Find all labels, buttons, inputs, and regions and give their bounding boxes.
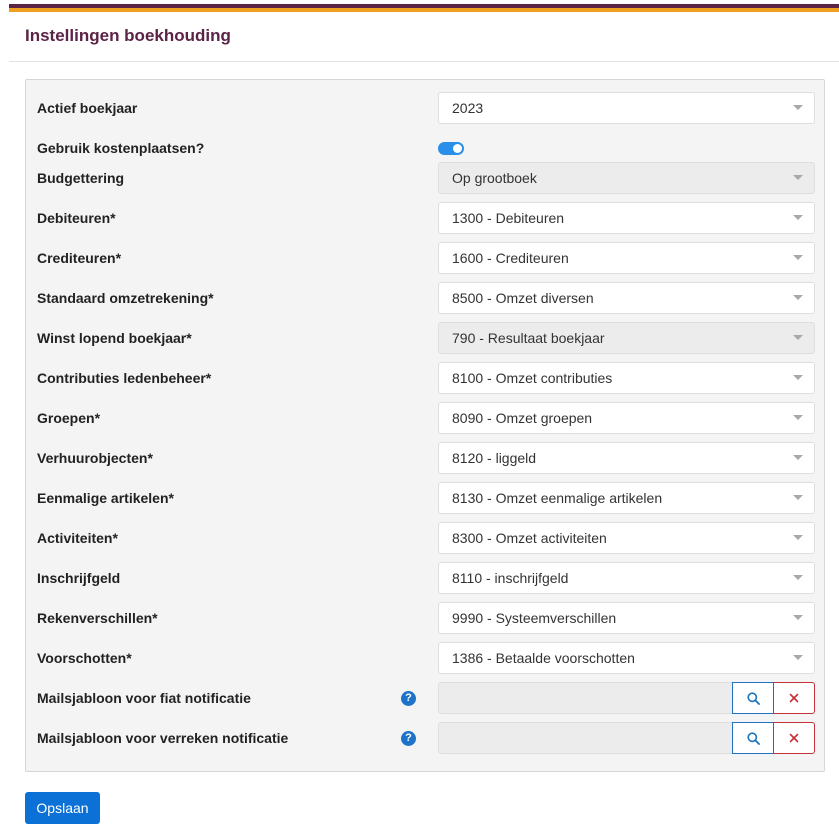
form-row: Crediteuren* 1600 - Crediteuren <box>26 242 826 274</box>
account-select[interactable]: 1600 - Crediteuren <box>438 242 815 274</box>
select-value: Op grootboek <box>452 170 537 186</box>
form-row: Contributies ledenbeheer* 8100 - Omzet co… <box>26 362 826 394</box>
toggle-knob <box>453 144 462 153</box>
form-row: Mailsjabloon voor fiat notificatie? <box>26 682 826 714</box>
chevron-down-icon <box>793 295 803 300</box>
field-label: Actief boekjaar <box>37 100 138 116</box>
field-label: Mailsjabloon voor fiat notificatie <box>37 690 251 706</box>
field-label: Debiteuren* <box>37 210 116 226</box>
settings-card: Instellingen boekhouding Actief boekjaar… <box>9 12 839 835</box>
form-row: Winst lopend boekjaar* 790 - Resultaat bo… <box>26 322 826 354</box>
select-value: 8120 - liggeld <box>452 450 537 466</box>
select-value: 8130 - Omzet eenmalige artikelen <box>452 490 663 506</box>
form-row: Voorschotten* 1386 - Betaalde voorschotte… <box>26 642 826 674</box>
chevron-down-icon <box>793 535 803 540</box>
account-select[interactable]: 1386 - Betaalde voorschotten <box>438 642 815 674</box>
clear-button[interactable] <box>773 682 815 714</box>
close-icon <box>789 693 799 703</box>
field-label: Contributies ledenbeheer* <box>37 370 212 386</box>
page-title: Instellingen boekhouding <box>25 26 231 45</box>
mail-template-input[interactable] <box>438 722 733 754</box>
field-label: Activiteiten* <box>37 530 118 546</box>
account-select[interactable]: 9990 - Systeemverschillen <box>438 602 815 634</box>
chevron-down-icon <box>793 215 803 220</box>
account-select[interactable]: 8090 - Omzet groepen <box>438 402 815 434</box>
mail-template-input[interactable] <box>438 682 733 714</box>
field-label: Mailsjabloon voor verreken notificatie <box>37 730 289 746</box>
account-select[interactable]: 8130 - Omzet eenmalige artikelen <box>438 482 815 514</box>
form-row: Eenmalige artikelen* 8130 - Omzet eenmali… <box>26 482 826 514</box>
search-button[interactable] <box>732 682 774 714</box>
chevron-down-icon <box>793 255 803 260</box>
form-row: Debiteuren* 1300 - Debiteuren <box>26 202 826 234</box>
form-row: Verhuurobjecten* 8120 - liggeld <box>26 442 826 474</box>
card-header: Instellingen boekhouding <box>9 12 839 62</box>
account-select[interactable]: 8100 - Omzet contributies <box>438 362 815 394</box>
select-value: 790 - Resultaat boekjaar <box>452 330 605 346</box>
field-label: Winst lopend boekjaar* <box>37 330 192 346</box>
save-button[interactable]: Opslaan <box>25 792 100 824</box>
form-row: Inschrijfgeld 8110 - inschrijfgeld <box>26 562 826 594</box>
select-value: 2023 <box>452 100 484 116</box>
close-icon <box>789 733 799 743</box>
select-value: 1386 - Betaalde voorschotten <box>452 650 635 666</box>
brand-stripe <box>9 4 839 12</box>
field-label: Rekenverschillen* <box>37 610 158 626</box>
field-label: Standaard omzetrekening* <box>37 290 214 306</box>
account-select[interactable]: 2023 <box>438 92 815 124</box>
chevron-down-icon <box>793 105 803 110</box>
form-row: Gebruik kostenplaatsen? <box>26 133 826 157</box>
cost-centers-toggle[interactable] <box>438 142 464 155</box>
select-value: 8500 - Omzet diversen <box>452 290 594 306</box>
account-select[interactable]: 8500 - Omzet diversen <box>438 282 815 314</box>
chevron-down-icon <box>793 415 803 420</box>
account-select[interactable]: 8300 - Omzet activiteiten <box>438 522 815 554</box>
form-row: Standaard omzetrekening* 8500 - Omzet div… <box>26 282 826 314</box>
search-icon <box>747 732 760 745</box>
account-select[interactable]: 8110 - inschrijfgeld <box>438 562 815 594</box>
chevron-down-icon <box>793 495 803 500</box>
form-row: Groepen* 8090 - Omzet groepen <box>26 402 826 434</box>
account-select: 790 - Resultaat boekjaar <box>438 322 815 354</box>
select-value: 8100 - Omzet contributies <box>452 370 613 386</box>
field-label: Voorschotten* <box>37 650 132 666</box>
select-value: 1300 - Debiteuren <box>452 210 565 226</box>
field-label: Crediteuren* <box>37 250 122 266</box>
clear-button[interactable] <box>773 722 815 754</box>
field-label: Groepen* <box>37 410 101 426</box>
form-row: Budgettering Op grootboek <box>26 162 826 194</box>
chevron-down-icon <box>793 375 803 380</box>
chevron-down-icon <box>793 455 803 460</box>
form-row: Actief boekjaar 2023 <box>26 92 826 124</box>
chevron-down-icon <box>793 655 803 660</box>
field-label: Inschrijfgeld <box>37 570 121 586</box>
chevron-down-icon <box>793 335 803 340</box>
search-icon <box>747 692 760 705</box>
chevron-down-icon <box>793 575 803 580</box>
field-label: Verhuurobjecten* <box>37 450 153 466</box>
select-value: 9990 - Systeemverschillen <box>452 610 617 626</box>
account-select: Op grootboek <box>438 162 815 194</box>
select-value: 8300 - Omzet activiteiten <box>452 530 607 546</box>
field-label: Budgettering <box>37 170 125 186</box>
field-label: Gebruik kostenplaatsen? <box>37 140 205 156</box>
settings-form: Actief boekjaar 2023 Gebruik kostenplaatse… <box>25 79 825 772</box>
form-row: Mailsjabloon voor verreken notificatie? <box>26 722 826 754</box>
select-value: 8110 - inschrijfgeld <box>452 570 569 586</box>
search-button[interactable] <box>732 722 774 754</box>
chevron-down-icon <box>793 615 803 620</box>
account-select[interactable]: 1300 - Debiteuren <box>438 202 815 234</box>
select-value: 8090 - Omzet groepen <box>452 410 593 426</box>
help-icon[interactable]: ? <box>401 691 416 706</box>
field-label: Eenmalige artikelen* <box>37 490 174 506</box>
chevron-down-icon <box>793 175 803 180</box>
form-row: Rekenverschillen* 9990 - Systeemverschill… <box>26 602 826 634</box>
help-icon[interactable]: ? <box>401 731 416 746</box>
account-select[interactable]: 8120 - liggeld <box>438 442 815 474</box>
select-value: 1600 - Crediteuren <box>452 250 569 266</box>
form-row: Activiteiten* 8300 - Omzet activiteiten <box>26 522 826 554</box>
